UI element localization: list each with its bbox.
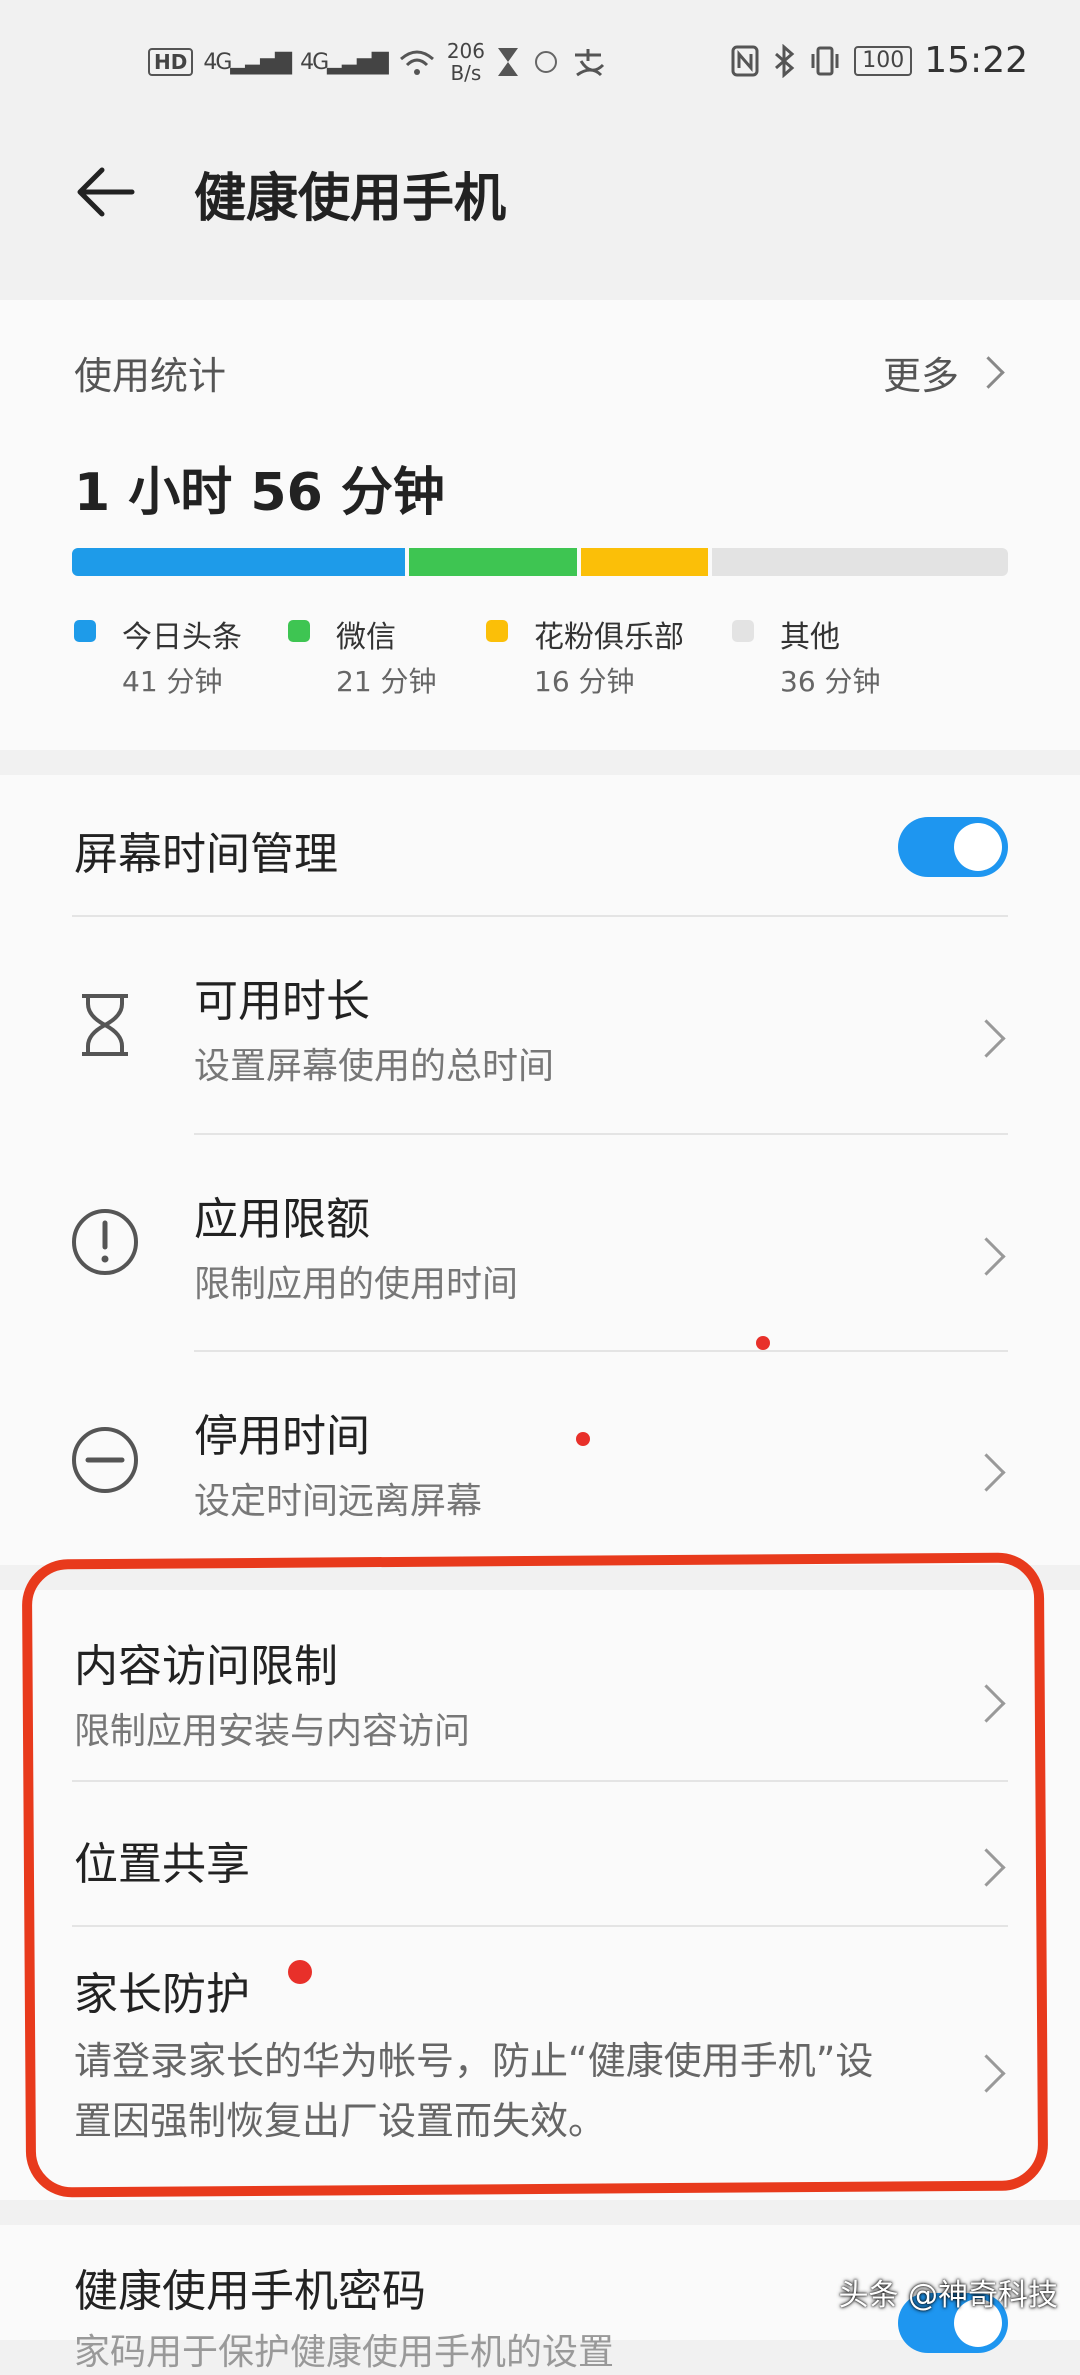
item-title: 可用时长	[194, 976, 370, 1027]
divider	[194, 1350, 1008, 1352]
password-title: 健康使用手机密码	[74, 2266, 426, 2317]
legend-dot	[74, 620, 96, 642]
usage-stats-card: 使用统计 更多 1 小时 56 分钟 今日头条 41 分钟 微信 21 分钟 花…	[0, 300, 1080, 750]
legend-app-name: 其他	[780, 620, 840, 655]
item-title: 应用限额	[194, 1194, 370, 1245]
usage-bar-segment	[712, 548, 1008, 576]
screen-time-toggle[interactable]	[898, 817, 1008, 877]
screen-time-title: 屏幕时间管理	[74, 829, 338, 880]
watermark: 头条 @神奇科技	[838, 2278, 1058, 2313]
net-speed: 206 B/s	[446, 39, 485, 85]
more-label: 更多	[882, 354, 959, 398]
divider	[72, 915, 1008, 917]
back-arrow-icon[interactable]	[74, 160, 138, 224]
legend-app-name: 今日头条	[122, 620, 242, 655]
signal-icon-2: 4G▂▃▅▇	[300, 49, 389, 75]
hourglass-status-icon	[498, 48, 518, 76]
app-notification-icon	[535, 51, 557, 73]
screen-time-card: 屏幕时间管理 可用时长 设置屏幕使用的总时间 应用限额 限制应用的使用时间 停用…	[0, 775, 1080, 1565]
vibrate-icon	[811, 46, 839, 75]
red-dot-mark	[576, 1432, 590, 1446]
status-left: HD 4G▂▃▅▇ 4G▂▃▅▇ 206 B/s	[148, 40, 605, 84]
clock: 15:22	[924, 40, 1028, 81]
exclamation-circle-icon	[72, 1209, 138, 1275]
annotation-circle	[21, 1552, 1049, 2198]
status-bar: HD 4G▂▃▅▇ 4G▂▃▅▇ 206 B/s 100 15:22	[0, 0, 1080, 130]
status-right: 100 15:22	[730, 40, 1028, 81]
legend-dot	[732, 620, 754, 642]
app-header: 健康使用手机	[0, 130, 1080, 260]
red-dot-mark	[756, 1336, 770, 1350]
legend-app-duration: 41 分钟	[122, 665, 223, 698]
item-title: 停用时间	[194, 1411, 370, 1462]
item-subtitle: 设定时间远离屏幕	[194, 1481, 483, 1522]
legend-dot	[486, 620, 508, 642]
usage-bar-segment	[72, 548, 405, 576]
nfc-icon	[731, 45, 759, 76]
chevron-right-icon	[967, 1453, 1006, 1492]
battery-icon: 100	[854, 45, 913, 76]
legend-app-duration: 36 分钟	[780, 665, 881, 698]
chevron-right-icon	[967, 1019, 1006, 1058]
more-link[interactable]: 更多	[882, 345, 1005, 400]
bluetooth-icon	[775, 43, 795, 78]
total-usage-time: 1 小时 56 分钟	[74, 463, 445, 523]
item-subtitle: 设置屏幕使用的总时间	[194, 1046, 555, 1087]
usage-bar-segment	[581, 548, 708, 576]
legend-app-duration: 16 分钟	[534, 665, 635, 698]
alipay-icon	[575, 49, 605, 77]
item-subtitle: 限制应用的使用时间	[194, 1264, 519, 1305]
page-title: 健康使用手机	[194, 169, 507, 229]
signal-icon-1: 4G▂▃▅▇	[203, 49, 292, 75]
minus-circle-icon	[72, 1427, 138, 1493]
usage-bar	[72, 548, 1008, 576]
legend-dot	[288, 620, 310, 642]
chevron-right-icon	[972, 356, 1005, 389]
legend-app-name: 花粉俱乐部	[534, 620, 684, 655]
usage-stats-title: 使用统计	[74, 354, 227, 398]
wifi-icon	[399, 50, 434, 75]
hd-badge: HD	[148, 48, 194, 76]
hourglass-icon	[82, 994, 128, 1056]
legend-app-name: 微信	[336, 620, 396, 655]
chevron-right-icon	[967, 1237, 1006, 1276]
legend-app-duration: 21 分钟	[336, 665, 437, 698]
divider	[194, 1133, 1008, 1135]
password-subtitle: 家码用于保护健康使用手机的设置	[74, 2332, 615, 2373]
usage-bar-segment	[409, 548, 577, 576]
